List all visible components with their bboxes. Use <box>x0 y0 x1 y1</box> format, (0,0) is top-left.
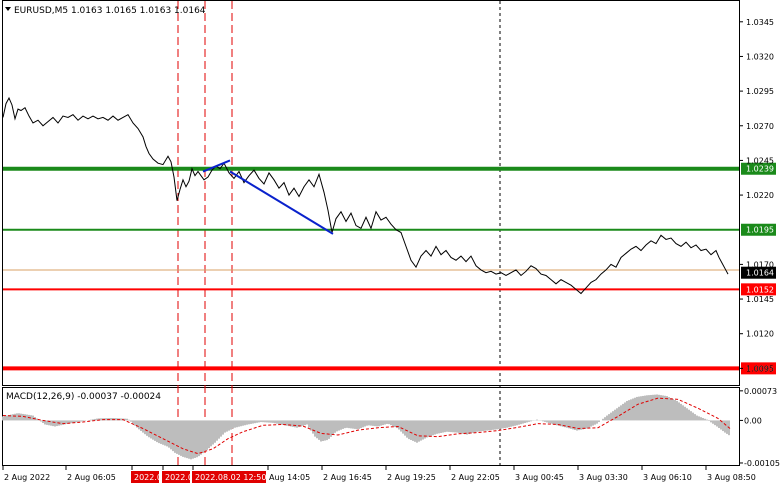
symbol-header: EURUSD,M5 1.0163 1.0165 1.0163 1.0164 <box>14 6 206 16</box>
time-tick-label-8: 2 Aug 22:05 <box>451 473 500 482</box>
time-tick-label-9: 3 Aug 00:45 <box>515 473 564 482</box>
level-tag-label-2: 1.0152 <box>746 285 774 294</box>
price-tick-label-3: 1.0270 <box>746 122 774 131</box>
price-tick-label-9: 1.0095 <box>746 364 774 373</box>
price-tick-label-7: 1.0145 <box>746 295 774 304</box>
time-tick-label-6: 2 Aug 16:45 <box>323 473 372 482</box>
time-tick-label-2: 2022.0 <box>134 473 162 482</box>
price-tick-label-6: 1.0170 <box>746 260 774 269</box>
time-tick-label-10: 3 Aug 03:30 <box>579 473 628 482</box>
price-panel-frame <box>2 0 740 386</box>
price-tick-label-4: 1.0245 <box>746 156 774 165</box>
time-axis: 2 Aug 2022 2 Aug 06:05 2022.0 2022.0 2022.08… <box>2 466 756 483</box>
level-tag-label-0: 1.0239 <box>746 165 774 174</box>
price-tick-label-8: 1.0120 <box>746 330 774 339</box>
time-tick-label-1: 2 Aug 06:05 <box>67 473 116 482</box>
macd-header: MACD(12,26,9) -0.00037 -0.00024 <box>6 392 161 402</box>
macd-axis: 0.00073 0.00 -0.00105 <box>739 387 780 468</box>
price-tick-label-1: 1.0320 <box>746 52 774 61</box>
price-axis: 1.0345 1.0320 1.0295 1.0270 1.0245 1.0220 1.01… <box>739 18 774 373</box>
level-tag-label-1: 1.0195 <box>746 226 774 235</box>
time-tick-label-4: 2022.08.02 12:50 <box>195 473 266 482</box>
time-tick-label-11: 3 Aug 06:10 <box>643 473 692 482</box>
price-tick-label-2: 1.0295 <box>746 87 774 96</box>
current-price-label: 1.0164 <box>746 269 774 278</box>
price-tick-label-0: 1.0345 <box>746 18 774 27</box>
macd-tick-label-1: 0.00 <box>744 416 762 425</box>
macd-tick-label-0: 0.00073 <box>744 387 777 396</box>
time-tick-label-7: 2 Aug 19:25 <box>387 473 436 482</box>
macd-tick-label-2: -0.00105 <box>744 459 780 468</box>
price-tick-label-5: 1.0220 <box>746 191 774 200</box>
trading-chart[interactable]: 1.02391.01951.01521.00951.0164 1.03451.0… <box>0 0 781 489</box>
time-tick-label-0: 2 Aug 2022 <box>4 473 50 482</box>
time-tick-label-3: 2022.0 <box>165 473 193 482</box>
time-tick-label-12: 3 Aug 08:50 <box>707 473 756 482</box>
time-tick-label-5: Aug 14:05 <box>269 473 310 482</box>
